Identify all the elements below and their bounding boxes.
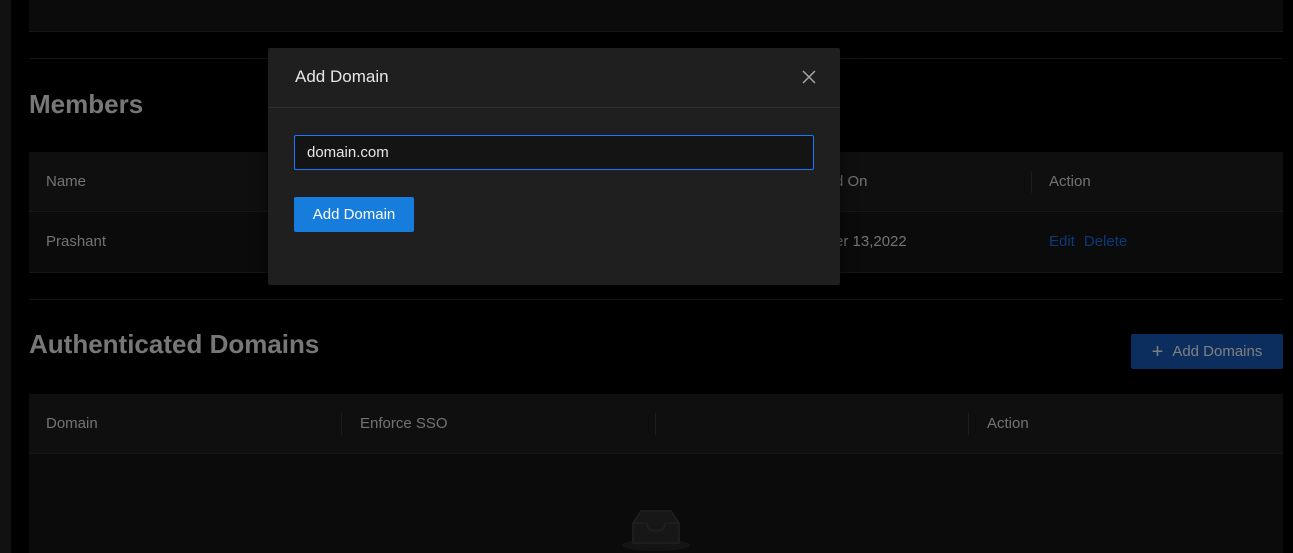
domain-input[interactable] — [294, 135, 814, 170]
modal-title: Add Domain — [295, 67, 389, 86]
add-domain-submit-button[interactable]: Add Domain — [294, 197, 414, 232]
add-domain-modal: Add Domain Add Domain — [268, 48, 840, 285]
modal-header: Add Domain — [268, 48, 840, 108]
close-icon — [802, 70, 816, 84]
close-button[interactable] — [800, 67, 818, 87]
